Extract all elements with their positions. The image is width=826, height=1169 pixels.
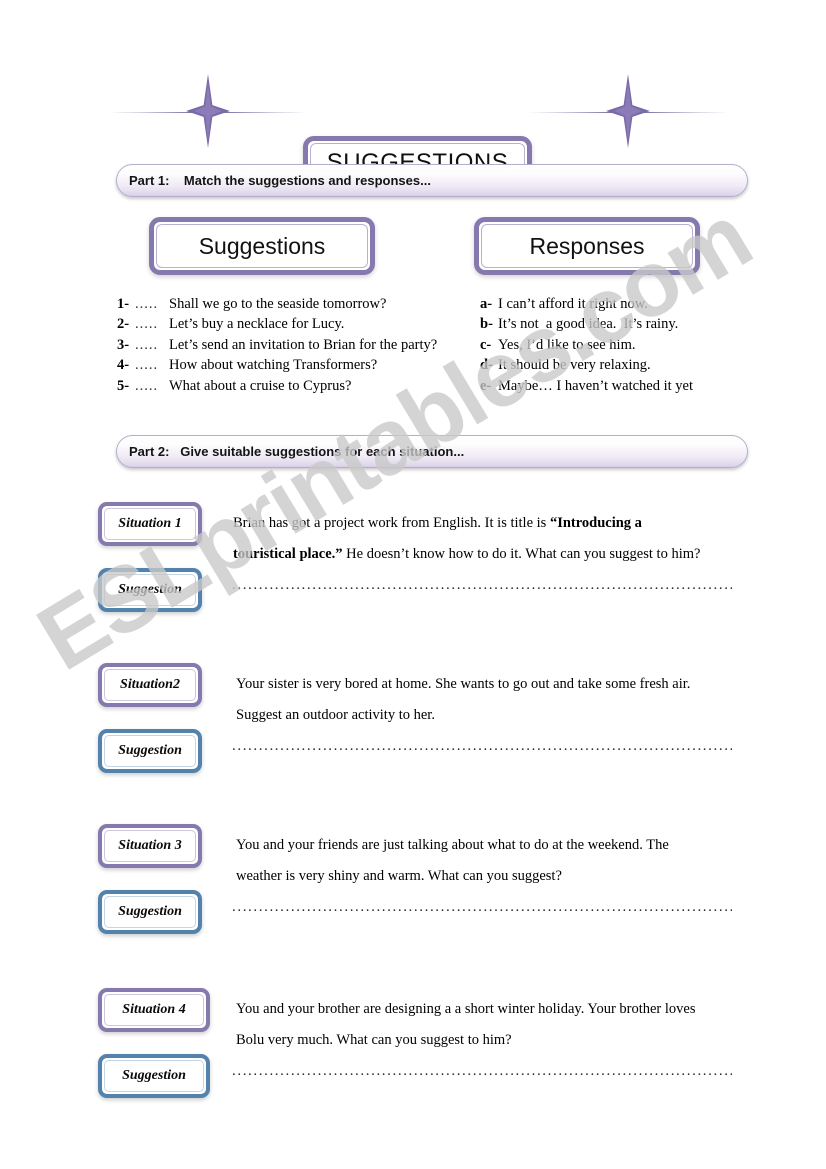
item-text: It’s not a good idea. It’s rainy. [498, 316, 679, 333]
responses-heading-label: Responses [529, 232, 645, 259]
situation-tag-inner: Situation2 [104, 669, 196, 701]
answer-line-3[interactable]: ........................................… [232, 899, 732, 916]
situation-tag-4: Situation 4 [98, 988, 210, 1032]
item-text: Maybe… I haven’t watched it yet [498, 377, 694, 394]
suggestion-tag-1: Suggestion [98, 568, 202, 612]
situation-tag-1: Situation 1 [98, 502, 202, 546]
suggestions-heading-inner: Suggestions [156, 224, 368, 268]
situation-tag-label: Situation 4 [122, 1002, 186, 1017]
responses-column-heading: Responses [474, 217, 700, 275]
situation-text-bold2: touristical place.” [233, 546, 343, 562]
page-header: SUGGESTIONS [0, 60, 826, 190]
item-marker: 3- [117, 336, 130, 353]
answer-line-1[interactable]: ........................................… [232, 577, 732, 594]
list-item[interactable]: a- I can’t afford it right now. [480, 294, 780, 314]
item-marker: 5- [117, 377, 130, 394]
list-item[interactable]: c- Yes, I’d like to see him. [480, 335, 780, 355]
item-text: Let’s buy a necklace for Lucy. [169, 316, 345, 333]
list-item[interactable]: d- It should be very relaxing. [480, 355, 780, 375]
item-text: How about watching Transformers? [169, 357, 378, 374]
star-shape-inner [614, 82, 642, 140]
list-item[interactable]: b- It’s not a good idea. It’s rainy. [480, 314, 780, 334]
situation-text-part1: You and your friends are just talking ab… [236, 837, 669, 853]
situation-tag-inner: Situation 1 [104, 508, 196, 540]
situation-text-part2: He doesn’t know how to do it. What can y… [342, 546, 701, 562]
situation-text-part2: Suggest an outdoor activity to her. [236, 707, 435, 723]
suggestion-tag-label: Suggestion [118, 582, 182, 597]
list-item[interactable]: 1- ..... Shall we go to the seaside tomo… [117, 294, 467, 314]
situation-text-1: Brian has got a project work from Englis… [233, 508, 733, 570]
list-item[interactable]: 4- ..... How about watching Transformers… [117, 355, 467, 375]
item-text: I can’t afford it right now. [498, 296, 648, 312]
part2-banner-label: Part 2: Give suitable suggestions for ea… [129, 444, 465, 459]
suggestions-heading-label: Suggestions [198, 232, 326, 259]
suggestion-tag-label: Suggestion [118, 743, 182, 758]
answer-blank[interactable]: ..... [135, 355, 169, 375]
star-shape-inner [194, 82, 222, 140]
suggestion-tag-inner: Suggestion [104, 735, 196, 767]
responses-list: a- I can’t afford it right now. b- It’s … [480, 294, 780, 396]
item-marker: e- [480, 377, 492, 394]
situation-tag-label: Situation2 [120, 677, 180, 692]
list-item[interactable]: 5- ..... What about a cruise to Cyprus? [117, 376, 467, 396]
item-marker: a- [480, 296, 493, 312]
situation-text-3: You and your friends are just talking ab… [236, 830, 736, 892]
suggestion-tag-inner: Suggestion [104, 574, 196, 606]
item-marker: b- [480, 316, 493, 333]
item-text: Let’s send an invitation to Brian for th… [169, 336, 438, 353]
list-item[interactable]: 3- ..... Let’s send an invitation to Bri… [117, 335, 467, 355]
situation-tag-inner: Situation 3 [104, 830, 196, 862]
suggestion-tag-2: Suggestion [98, 729, 202, 773]
answer-blank[interactable]: ..... [135, 376, 169, 396]
situation-text-part1: Brian has got a project work from Englis… [233, 515, 550, 531]
star-burst-right-icon [528, 74, 728, 148]
item-marker: 1- [117, 296, 130, 312]
suggestions-column-heading: Suggestions [149, 217, 375, 275]
item-text: Shall we go to the seaside tomorrow? [169, 296, 387, 312]
situation-tag-label: Situation 3 [118, 838, 182, 853]
situation-tag-2: Situation2 [98, 663, 202, 707]
situation-text-bold1: “Introducing a [549, 515, 642, 531]
item-text: It should be very relaxing. [498, 357, 651, 374]
star-burst-left-icon [108, 74, 308, 148]
suggestion-tag-4: Suggestion [98, 1054, 210, 1098]
situation-text-4: You and your brother are designing a a s… [236, 994, 736, 1056]
item-text: Yes, I’d like to see him. [498, 336, 636, 353]
answer-line-4[interactable]: ........................................… [232, 1063, 732, 1080]
item-marker: c- [480, 336, 492, 353]
answer-blank[interactable]: ..... [135, 294, 169, 314]
suggestion-tag-3: Suggestion [98, 890, 202, 934]
situation-text-part1: Your sister is very bored at home. She w… [236, 676, 691, 692]
suggestion-tag-inner: Suggestion [104, 1060, 204, 1092]
answer-blank[interactable]: ..... [135, 335, 169, 355]
part2-banner: Part 2: Give suitable suggestions for ea… [116, 435, 748, 468]
answer-line-2[interactable]: ........................................… [232, 738, 732, 755]
situation-tag-label: Situation 1 [118, 516, 182, 531]
worksheet-page: ESLprintables.com SUGGESTIONS Part 1: Ma… [0, 0, 826, 1169]
situation-text-part1: You and your brother are designing a a s… [236, 1001, 696, 1017]
item-text: What about a cruise to Cyprus? [169, 377, 352, 394]
item-marker: 2- [117, 316, 130, 333]
list-item[interactable]: 2- ..... Let’s buy a necklace for Lucy. [117, 314, 467, 334]
item-marker: 4- [117, 357, 130, 374]
list-item[interactable]: e- Maybe… I haven’t watched it yet [480, 376, 780, 396]
situation-text-2: Your sister is very bored at home. She w… [236, 669, 736, 731]
part1-banner: Part 1: Match the suggestions and respon… [116, 164, 748, 197]
suggestion-tag-inner: Suggestion [104, 896, 196, 928]
situation-tag-inner: Situation 4 [104, 994, 204, 1026]
part1-banner-label: Part 1: Match the suggestions and respon… [129, 173, 431, 188]
situation-tag-3: Situation 3 [98, 824, 202, 868]
responses-heading-inner: Responses [481, 224, 693, 268]
suggestions-list: 1- ..... Shall we go to the seaside tomo… [117, 294, 467, 396]
suggestion-tag-label: Suggestion [118, 904, 182, 919]
situation-text-part2: weather is very shiny and warm. What can… [236, 868, 562, 884]
answer-blank[interactable]: ..... [135, 314, 169, 334]
suggestion-tag-label: Suggestion [122, 1068, 186, 1083]
item-marker: d- [480, 357, 493, 374]
situation-text-part2: Bolu very much. What can you suggest to … [236, 1032, 512, 1048]
